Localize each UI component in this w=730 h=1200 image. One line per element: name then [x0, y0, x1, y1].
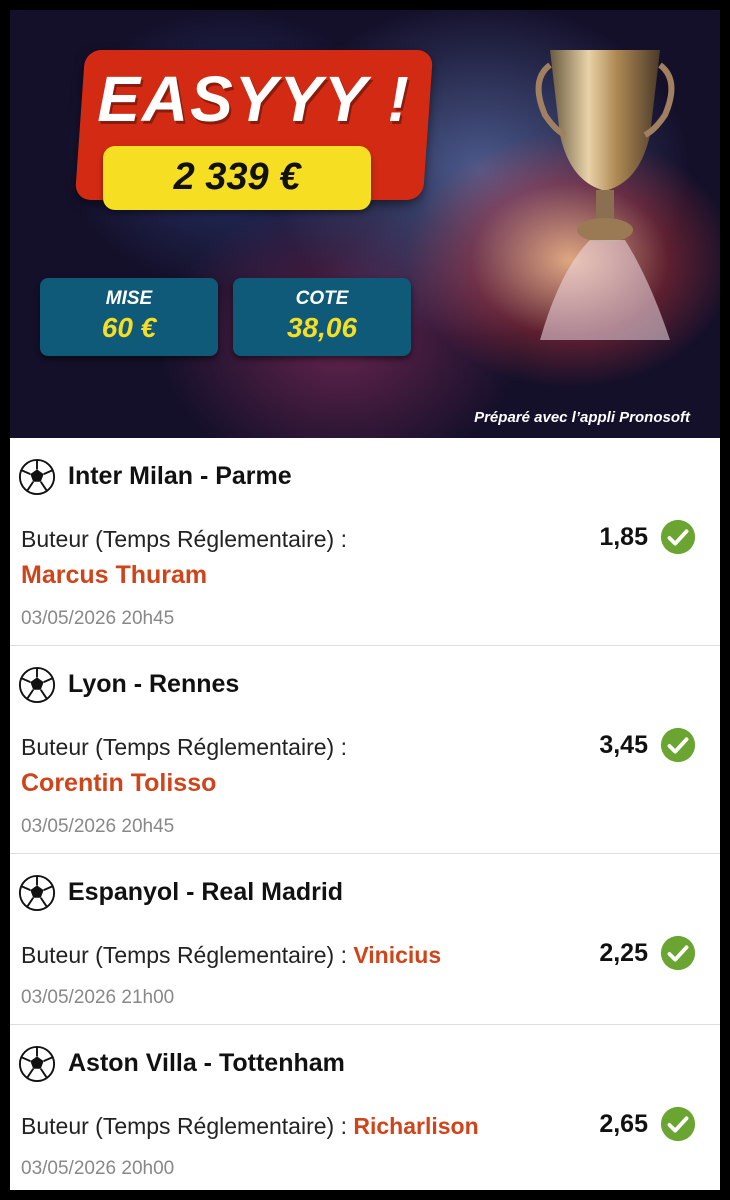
match-date: 03/05/2026 20h45: [21, 816, 175, 837]
odds-box: COTE 38,06: [233, 278, 411, 356]
bet-odds: 2,25: [599, 939, 648, 967]
market-row: Buteur (Temps Réglementaire) : Richarlis…: [21, 1113, 479, 1140]
player-name: Vinicius: [353, 942, 442, 968]
match-name: Lyon - Rennes: [68, 670, 240, 698]
app-credit: Préparé avec l’appli Pronosoft: [474, 409, 690, 426]
bet-share-card: EASYYY ! 2 339 € MISE 60 € COTE 38,06 Pr…: [10, 10, 720, 1190]
check-circle-icon: [660, 727, 696, 763]
market-row: Buteur (Temps Réglementaire) : Vinicius: [21, 942, 441, 969]
market-label: Buteur (Temps Réglementaire) :: [21, 734, 347, 760]
bet-list: Inter Milan - Parme Buteur (Temps Réglem…: [10, 438, 720, 1190]
bet-odds: 3,45: [599, 731, 648, 759]
match-name: Aston Villa - Tottenham: [68, 1049, 345, 1077]
stake-label: MISE: [105, 288, 153, 309]
market-label: Buteur (Temps Réglementaire) :: [21, 942, 347, 968]
odds-label: COTE: [295, 288, 349, 309]
bet-item[interactable]: Espanyol - Real Madrid Buteur (Temps Rég…: [10, 854, 720, 1025]
player-name: Corentin Tolisso: [21, 769, 217, 797]
stake-box: MISE 60 €: [40, 278, 218, 356]
market-label: Buteur (Temps Réglementaire) :: [21, 526, 347, 552]
stake-value: 60 €: [101, 312, 157, 343]
match-name: Espanyol - Real Madrid: [68, 878, 344, 906]
bet-item[interactable]: Inter Milan - Parme Buteur (Temps Réglem…: [10, 438, 720, 646]
soccer-ball-icon: [18, 874, 56, 912]
trophy-image: [535, 50, 675, 340]
match-date: 03/05/2026 20h45: [21, 608, 175, 629]
headline: EASYYY !: [97, 63, 411, 135]
player-name: Marcus Thuram: [21, 561, 208, 589]
bet-odds: 2,65: [599, 1110, 648, 1138]
match-name: Inter Milan - Parme: [68, 462, 292, 490]
soccer-ball-icon: [18, 458, 56, 496]
market-label: Buteur (Temps Réglementaire) :: [21, 1113, 347, 1139]
match-date: 03/05/2026 20h00: [21, 1158, 175, 1179]
bet-odds: 1,85: [599, 523, 648, 551]
winnings-amount: 2 339 €: [173, 156, 301, 198]
check-circle-icon: [660, 935, 696, 971]
check-circle-icon: [660, 519, 696, 555]
hero-banner: EASYYY ! 2 339 € MISE 60 € COTE 38,06 Pr…: [10, 10, 720, 438]
match-date: 03/05/2026 21h00: [21, 987, 175, 1008]
player-name: Richarlison: [353, 1113, 479, 1139]
check-circle-icon: [660, 1106, 696, 1142]
bet-item[interactable]: Lyon - Rennes Buteur (Temps Réglementair…: [10, 646, 720, 854]
bet-item[interactable]: Aston Villa - Tottenham Buteur (Temps Ré…: [10, 1025, 720, 1190]
total-odds-value: 38,06: [286, 312, 358, 343]
soccer-ball-icon: [18, 666, 56, 704]
soccer-ball-icon: [18, 1045, 56, 1083]
